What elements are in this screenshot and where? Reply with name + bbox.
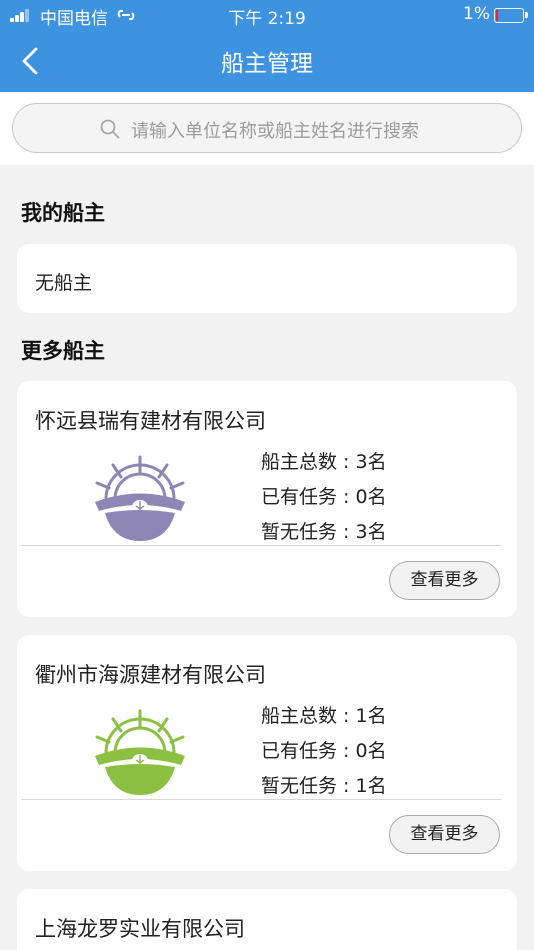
company-name: 怀远县瑞有建材有限公司 (35, 409, 266, 433)
company-name: 上海龙罗实业有限公司 (35, 917, 245, 941)
company-card[interactable]: 衢州市海源建材有限公司 船主总数 : 1名 已有任务 : 0名 暂无任务 : 1… (17, 635, 517, 871)
search-placeholder: 请输入单位名称或船主姓名进行搜索 (131, 121, 419, 142)
page-title: 船主管理 (221, 51, 313, 77)
owners-without-task: 暂无任务 : 1名 (261, 775, 387, 797)
captain-hat-icon (95, 455, 185, 541)
search-icon (100, 119, 120, 139)
owners-with-task: 已有任务 : 0名 (261, 740, 387, 762)
my-owners-card: 无船主 (17, 244, 517, 313)
battery-percentage: 1% (463, 4, 490, 24)
owner-total: 船主总数 : 1名 (261, 705, 387, 727)
divider (21, 799, 501, 800)
more-owners-heading: 更多船主 (21, 339, 105, 363)
divider (21, 545, 501, 546)
company-card[interactable]: 上海龙罗实业有限公司 (17, 889, 517, 950)
owners-with-task: 已有任务 : 0名 (261, 486, 387, 508)
status-bar: 中国电信 下午 2:19 1% (0, 0, 534, 30)
view-more-button[interactable]: 查看更多 (389, 815, 500, 854)
company-card[interactable]: 怀远县瑞有建材有限公司 船主总数 : 3名 已有任务 : 0名 暂无任务 : 3… (17, 381, 517, 617)
company-name: 衢州市海源建材有限公司 (35, 663, 266, 687)
search-input[interactable]: 请输入单位名称或船主姓名进行搜索 (12, 103, 522, 153)
search-area: 请输入单位名称或船主姓名进行搜索 (0, 92, 534, 165)
owner-total: 船主总数 : 3名 (261, 451, 387, 473)
owners-without-task: 暂无任务 : 3名 (261, 521, 387, 543)
view-more-button[interactable]: 查看更多 (389, 561, 500, 600)
app-header: 中国电信 下午 2:19 1% 船主管理 (0, 0, 534, 92)
captain-hat-icon (95, 709, 185, 795)
battery-icon (494, 8, 528, 23)
my-owners-heading: 我的船主 (21, 201, 105, 225)
empty-owners-text: 无船主 (35, 272, 93, 294)
status-time: 下午 2:19 (228, 9, 306, 29)
